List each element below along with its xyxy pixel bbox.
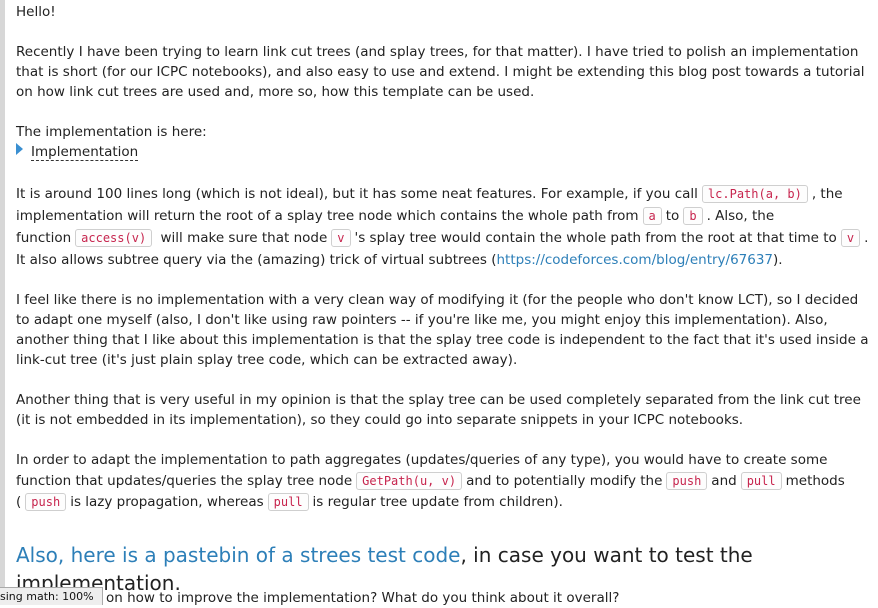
code-a: a (642, 207, 662, 225)
code-v: v (331, 229, 351, 247)
code-access: access(v) (75, 229, 153, 247)
spoiler-toggle[interactable]: Implementation (31, 144, 139, 161)
code-push-2: push (25, 493, 67, 511)
code-lc-path: lc.Path(a, b) (701, 185, 808, 203)
code-getpath: GetPath(u, v) (356, 472, 463, 490)
aggregates-paragraph: In order to adapt the implementation to … (16, 452, 845, 511)
implementation-intro: The implementation is here: (16, 124, 207, 140)
motivation-paragraph: I feel like there is no implementation w… (16, 292, 869, 368)
greeting: Hello! (16, 4, 56, 20)
pastebin-link[interactable]: Also, here is a pastebin of a strees tes… (16, 543, 460, 567)
features-paragraph: It is around 100 lines long (which is no… (16, 185, 869, 268)
spoiler[interactable]: Implementation (16, 142, 874, 162)
code-push: push (666, 472, 708, 490)
mathjax-status: sing math: 100% (0, 587, 103, 605)
virtual-subtrees-link[interactable]: https://codeforces.com/blog/entry/67637 (496, 252, 773, 268)
code-v2: v (840, 229, 861, 247)
code-pull: pull (740, 472, 782, 490)
expand-triangle-icon[interactable] (16, 143, 23, 155)
code-pull-2: pull (267, 493, 309, 511)
closing-question: on how to improve the implementation? Wh… (106, 590, 620, 606)
separation-paragraph: Another thing that is very useful in my … (16, 392, 861, 428)
intro-paragraph: Recently I have been trying to learn lin… (16, 44, 865, 100)
left-border (0, 0, 5, 605)
code-b: b (683, 207, 703, 225)
